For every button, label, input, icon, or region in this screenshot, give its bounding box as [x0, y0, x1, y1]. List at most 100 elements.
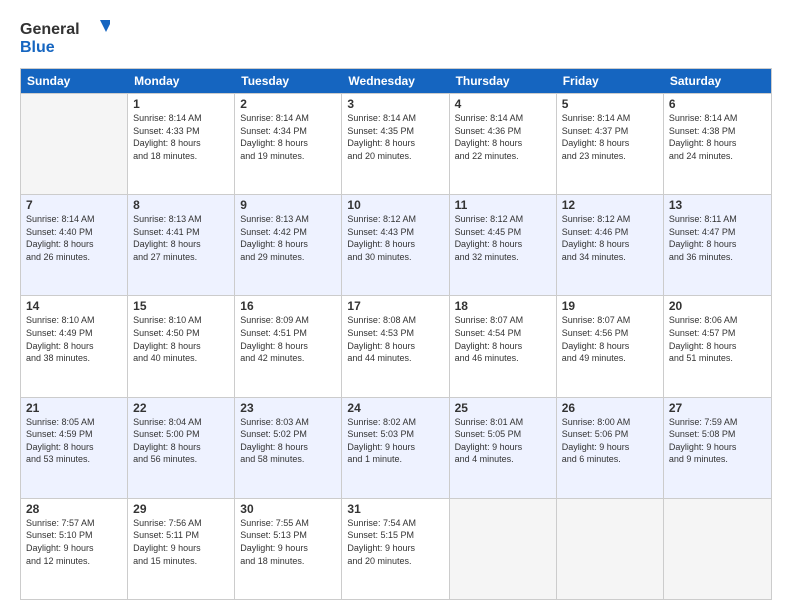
day-number: 24	[347, 401, 443, 415]
day-cell: 24Sunrise: 8:02 AM Sunset: 5:03 PM Dayli…	[342, 398, 449, 498]
weekday-header: Friday	[557, 69, 664, 93]
day-number: 18	[455, 299, 551, 313]
day-number: 22	[133, 401, 229, 415]
day-number: 14	[26, 299, 122, 313]
day-info: Sunrise: 8:03 AM Sunset: 5:02 PM Dayligh…	[240, 416, 336, 466]
day-cell: 6Sunrise: 8:14 AM Sunset: 4:38 PM Daylig…	[664, 94, 771, 194]
day-cell: 20Sunrise: 8:06 AM Sunset: 4:57 PM Dayli…	[664, 296, 771, 396]
day-cell: 27Sunrise: 7:59 AM Sunset: 5:08 PM Dayli…	[664, 398, 771, 498]
header: General Blue	[20, 16, 772, 58]
empty-cell	[557, 499, 664, 599]
empty-cell	[21, 94, 128, 194]
day-info: Sunrise: 8:13 AM Sunset: 4:42 PM Dayligh…	[240, 213, 336, 263]
day-info: Sunrise: 8:07 AM Sunset: 4:54 PM Dayligh…	[455, 314, 551, 364]
day-number: 12	[562, 198, 658, 212]
day-number: 19	[562, 299, 658, 313]
day-cell: 19Sunrise: 8:07 AM Sunset: 4:56 PM Dayli…	[557, 296, 664, 396]
logo: General Blue	[20, 16, 110, 58]
logo-svg: General Blue	[20, 16, 110, 58]
day-number: 29	[133, 502, 229, 516]
day-info: Sunrise: 8:02 AM Sunset: 5:03 PM Dayligh…	[347, 416, 443, 466]
day-info: Sunrise: 8:07 AM Sunset: 4:56 PM Dayligh…	[562, 314, 658, 364]
day-info: Sunrise: 8:05 AM Sunset: 4:59 PM Dayligh…	[26, 416, 122, 466]
day-cell: 18Sunrise: 8:07 AM Sunset: 4:54 PM Dayli…	[450, 296, 557, 396]
weekday-header: Thursday	[450, 69, 557, 93]
day-cell: 7Sunrise: 8:14 AM Sunset: 4:40 PM Daylig…	[21, 195, 128, 295]
day-cell: 10Sunrise: 8:12 AM Sunset: 4:43 PM Dayli…	[342, 195, 449, 295]
calendar-body: 1Sunrise: 8:14 AM Sunset: 4:33 PM Daylig…	[21, 93, 771, 599]
day-info: Sunrise: 8:06 AM Sunset: 4:57 PM Dayligh…	[669, 314, 766, 364]
day-cell: 15Sunrise: 8:10 AM Sunset: 4:50 PM Dayli…	[128, 296, 235, 396]
calendar-week: 21Sunrise: 8:05 AM Sunset: 4:59 PM Dayli…	[21, 397, 771, 498]
day-cell: 12Sunrise: 8:12 AM Sunset: 4:46 PM Dayli…	[557, 195, 664, 295]
day-number: 8	[133, 198, 229, 212]
day-info: Sunrise: 7:57 AM Sunset: 5:10 PM Dayligh…	[26, 517, 122, 567]
svg-text:Blue: Blue	[20, 39, 55, 56]
day-number: 31	[347, 502, 443, 516]
calendar-week: 7Sunrise: 8:14 AM Sunset: 4:40 PM Daylig…	[21, 194, 771, 295]
day-cell: 1Sunrise: 8:14 AM Sunset: 4:33 PM Daylig…	[128, 94, 235, 194]
day-cell: 17Sunrise: 8:08 AM Sunset: 4:53 PM Dayli…	[342, 296, 449, 396]
day-cell: 2Sunrise: 8:14 AM Sunset: 4:34 PM Daylig…	[235, 94, 342, 194]
day-info: Sunrise: 8:14 AM Sunset: 4:35 PM Dayligh…	[347, 112, 443, 162]
day-cell: 14Sunrise: 8:10 AM Sunset: 4:49 PM Dayli…	[21, 296, 128, 396]
day-info: Sunrise: 8:10 AM Sunset: 4:49 PM Dayligh…	[26, 314, 122, 364]
day-info: Sunrise: 7:59 AM Sunset: 5:08 PM Dayligh…	[669, 416, 766, 466]
day-info: Sunrise: 8:14 AM Sunset: 4:34 PM Dayligh…	[240, 112, 336, 162]
weekday-header: Saturday	[664, 69, 771, 93]
day-number: 16	[240, 299, 336, 313]
day-number: 7	[26, 198, 122, 212]
day-number: 21	[26, 401, 122, 415]
day-info: Sunrise: 7:54 AM Sunset: 5:15 PM Dayligh…	[347, 517, 443, 567]
day-info: Sunrise: 8:12 AM Sunset: 4:43 PM Dayligh…	[347, 213, 443, 263]
day-cell: 29Sunrise: 7:56 AM Sunset: 5:11 PM Dayli…	[128, 499, 235, 599]
day-info: Sunrise: 8:14 AM Sunset: 4:40 PM Dayligh…	[26, 213, 122, 263]
weekday-header: Tuesday	[235, 69, 342, 93]
weekday-header: Monday	[128, 69, 235, 93]
day-cell: 23Sunrise: 8:03 AM Sunset: 5:02 PM Dayli…	[235, 398, 342, 498]
day-info: Sunrise: 8:14 AM Sunset: 4:38 PM Dayligh…	[669, 112, 766, 162]
day-number: 20	[669, 299, 766, 313]
day-info: Sunrise: 8:10 AM Sunset: 4:50 PM Dayligh…	[133, 314, 229, 364]
calendar-header: SundayMondayTuesdayWednesdayThursdayFrid…	[21, 69, 771, 93]
day-number: 13	[669, 198, 766, 212]
day-cell: 13Sunrise: 8:11 AM Sunset: 4:47 PM Dayli…	[664, 195, 771, 295]
weekday-header: Wednesday	[342, 69, 449, 93]
page: General Blue SundayMondayTuesdayWednesda…	[0, 0, 792, 612]
day-cell: 25Sunrise: 8:01 AM Sunset: 5:05 PM Dayli…	[450, 398, 557, 498]
day-number: 28	[26, 502, 122, 516]
day-number: 11	[455, 198, 551, 212]
day-number: 2	[240, 97, 336, 111]
day-number: 27	[669, 401, 766, 415]
day-number: 25	[455, 401, 551, 415]
day-info: Sunrise: 8:01 AM Sunset: 5:05 PM Dayligh…	[455, 416, 551, 466]
day-number: 1	[133, 97, 229, 111]
day-info: Sunrise: 8:12 AM Sunset: 4:46 PM Dayligh…	[562, 213, 658, 263]
day-info: Sunrise: 8:08 AM Sunset: 4:53 PM Dayligh…	[347, 314, 443, 364]
day-info: Sunrise: 7:55 AM Sunset: 5:13 PM Dayligh…	[240, 517, 336, 567]
day-info: Sunrise: 7:56 AM Sunset: 5:11 PM Dayligh…	[133, 517, 229, 567]
day-cell: 26Sunrise: 8:00 AM Sunset: 5:06 PM Dayli…	[557, 398, 664, 498]
day-cell: 8Sunrise: 8:13 AM Sunset: 4:41 PM Daylig…	[128, 195, 235, 295]
calendar-week: 14Sunrise: 8:10 AM Sunset: 4:49 PM Dayli…	[21, 295, 771, 396]
svg-text:General: General	[20, 21, 80, 38]
day-cell: 4Sunrise: 8:14 AM Sunset: 4:36 PM Daylig…	[450, 94, 557, 194]
day-cell: 3Sunrise: 8:14 AM Sunset: 4:35 PM Daylig…	[342, 94, 449, 194]
empty-cell	[450, 499, 557, 599]
day-cell: 28Sunrise: 7:57 AM Sunset: 5:10 PM Dayli…	[21, 499, 128, 599]
day-number: 9	[240, 198, 336, 212]
day-cell: 21Sunrise: 8:05 AM Sunset: 4:59 PM Dayli…	[21, 398, 128, 498]
day-number: 15	[133, 299, 229, 313]
day-number: 30	[240, 502, 336, 516]
calendar-week: 28Sunrise: 7:57 AM Sunset: 5:10 PM Dayli…	[21, 498, 771, 599]
day-number: 6	[669, 97, 766, 111]
day-info: Sunrise: 8:09 AM Sunset: 4:51 PM Dayligh…	[240, 314, 336, 364]
day-number: 26	[562, 401, 658, 415]
day-cell: 5Sunrise: 8:14 AM Sunset: 4:37 PM Daylig…	[557, 94, 664, 194]
day-cell: 31Sunrise: 7:54 AM Sunset: 5:15 PM Dayli…	[342, 499, 449, 599]
day-cell: 9Sunrise: 8:13 AM Sunset: 4:42 PM Daylig…	[235, 195, 342, 295]
day-info: Sunrise: 8:00 AM Sunset: 5:06 PM Dayligh…	[562, 416, 658, 466]
day-info: Sunrise: 8:14 AM Sunset: 4:33 PM Dayligh…	[133, 112, 229, 162]
empty-cell	[664, 499, 771, 599]
day-info: Sunrise: 8:14 AM Sunset: 4:36 PM Dayligh…	[455, 112, 551, 162]
